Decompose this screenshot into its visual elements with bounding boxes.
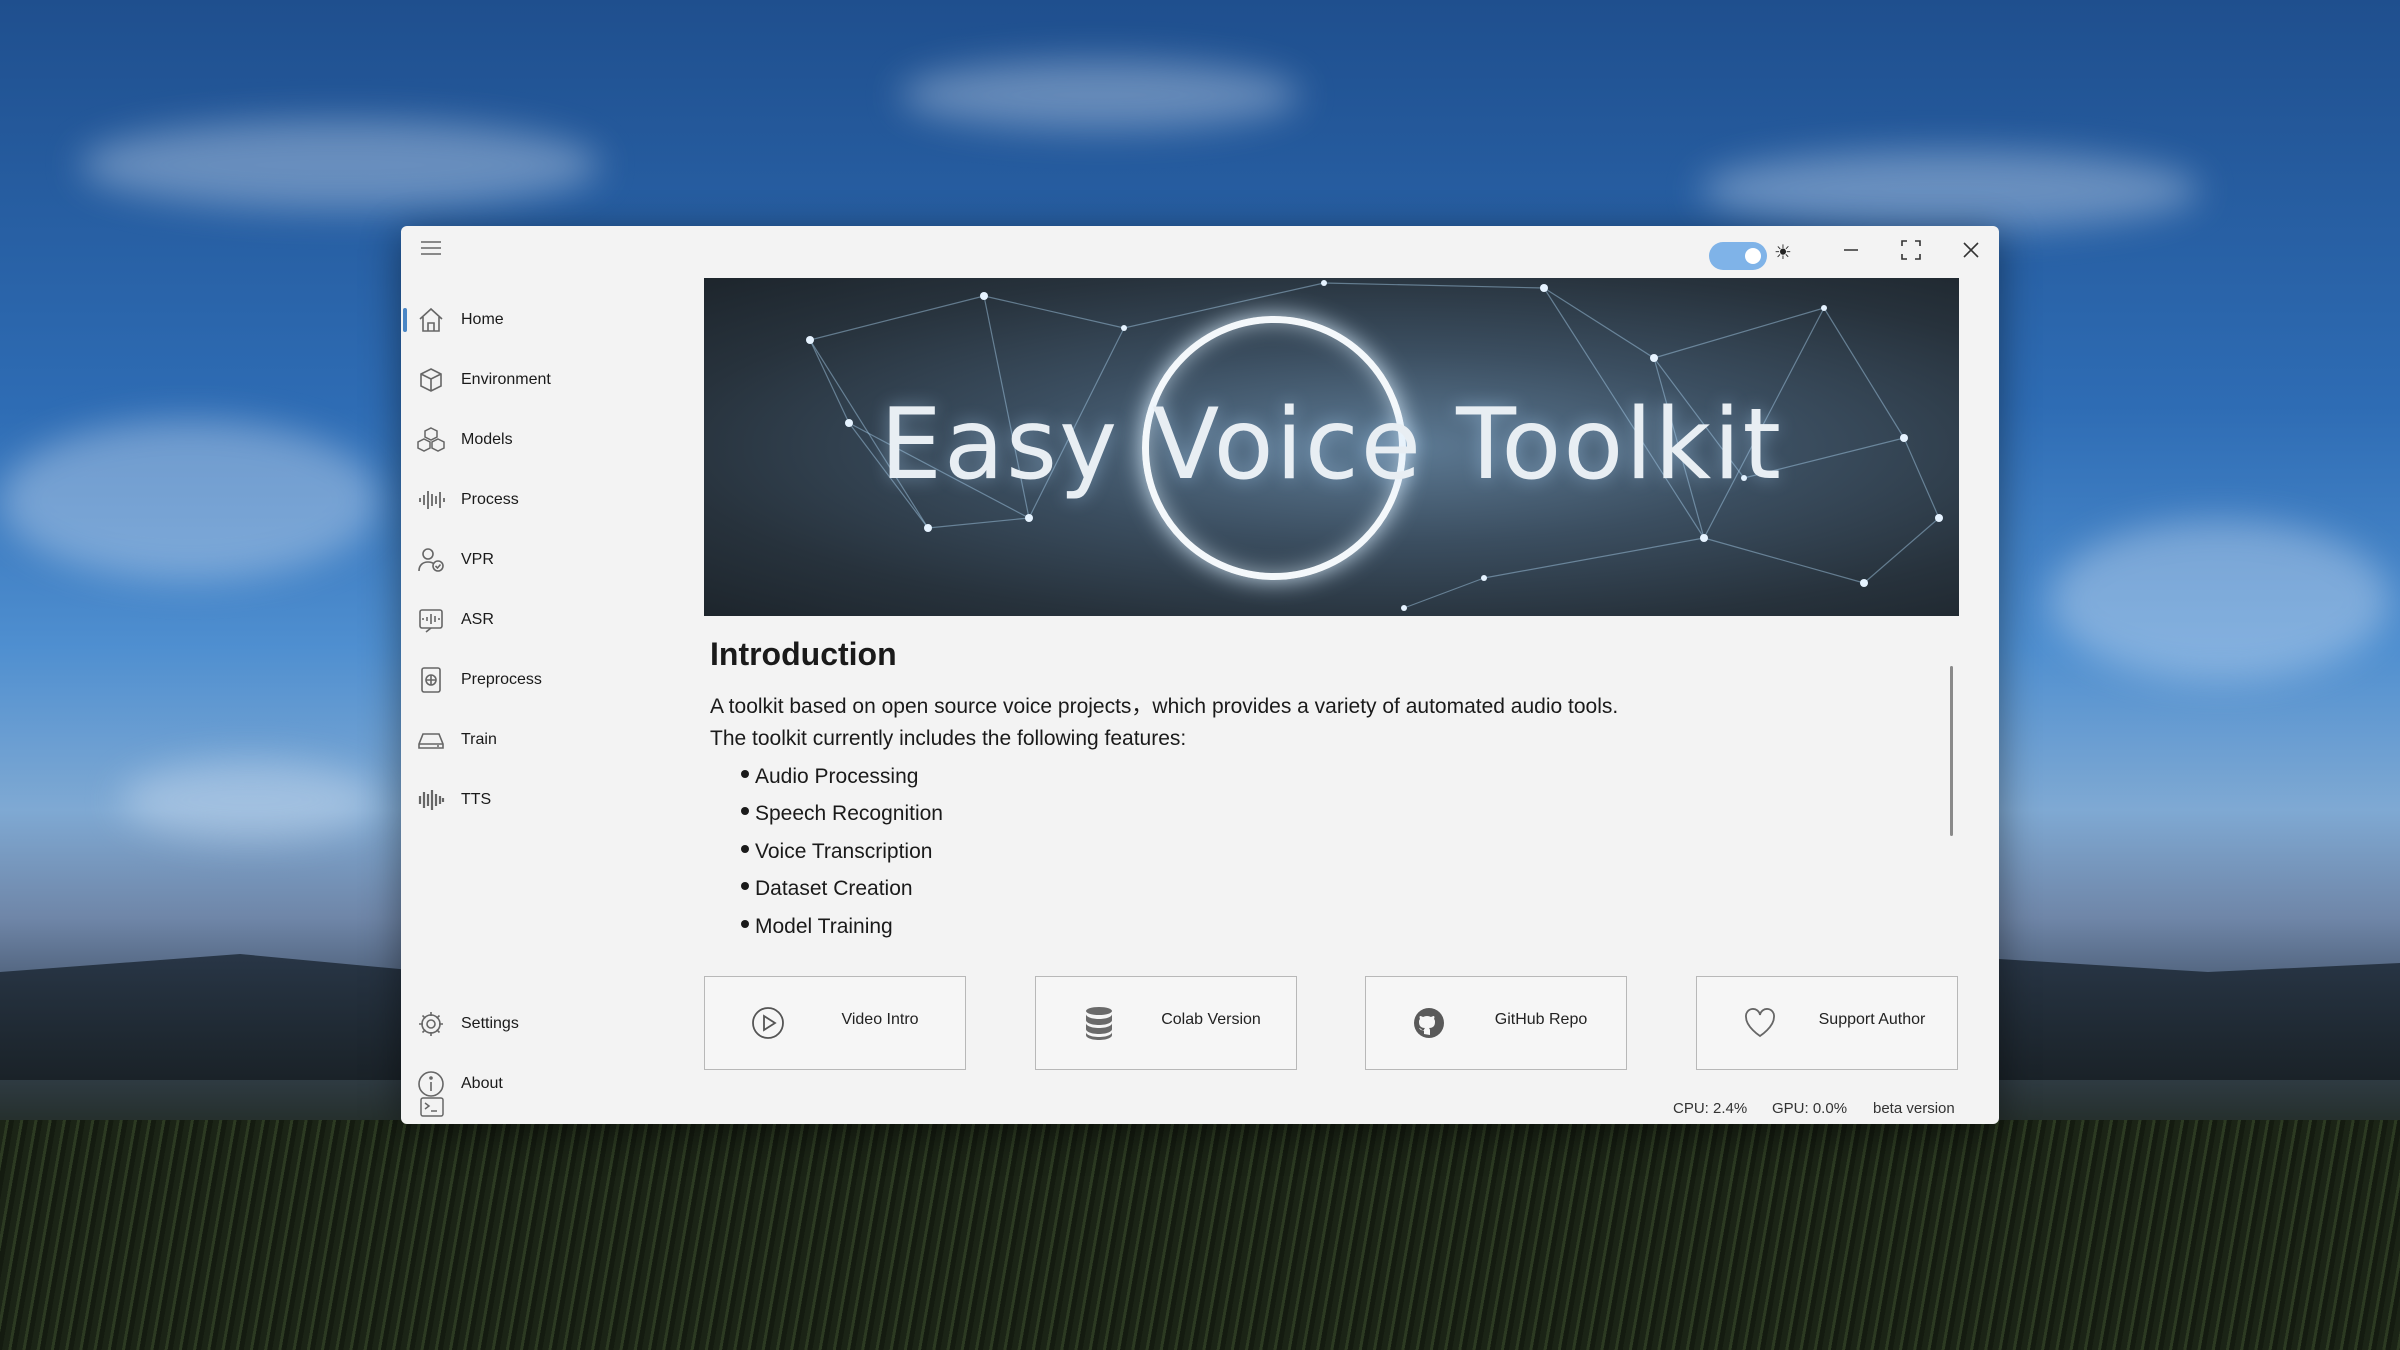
speech-icon (415, 604, 447, 636)
cpu-usage: CPU: 2.4% (1673, 1100, 1748, 1117)
gpu-usage: GPU: 0.0% (1772, 1100, 1848, 1117)
intro-features-heading: The toolkit currently includes the follo… (710, 727, 1187, 750)
card-label: Colab Version (1161, 1011, 1261, 1028)
sidebar-item-process[interactable]: Process (401, 474, 681, 526)
sidebar-item-label: Preprocess (461, 671, 542, 688)
intro-description: A toolkit based on open source voice pro… (710, 695, 1619, 718)
banner-title: Easy Voice Toolkit (880, 388, 1783, 502)
sidebar-item-tts[interactable]: TTS (401, 774, 681, 826)
version-label: beta version (1873, 1100, 1955, 1117)
sidebar-item-home[interactable]: Home (401, 294, 681, 346)
minimize-button[interactable] (1829, 234, 1873, 266)
title-bar: ☀ (401, 226, 1999, 270)
play-icon (749, 1004, 787, 1042)
box-icon (415, 364, 447, 396)
gear-icon (415, 1008, 447, 1040)
github-repo-button[interactable]: GitHub Repo (1365, 976, 1627, 1070)
theme-toggle[interactable] (1709, 242, 1767, 270)
sidebar-item-label: Train (461, 731, 497, 748)
sidebar-item-label: VPR (461, 551, 494, 568)
sidebar-item-label: About (461, 1075, 503, 1092)
sidebar-item-settings[interactable]: Settings (401, 998, 681, 1050)
sidebar-item-environment[interactable]: Environment (401, 354, 681, 406)
sidebar-item-vpr[interactable]: VPR (401, 534, 681, 586)
cubes-icon (415, 424, 447, 456)
feature-item: Speech Recognition (741, 802, 943, 826)
sun-icon: ☀ (1774, 240, 1792, 264)
close-button[interactable] (1949, 234, 1993, 266)
sidebar-item-asr[interactable]: ASR (401, 594, 681, 646)
sidebar-item-train[interactable]: Train (401, 714, 681, 766)
user-check-icon (415, 544, 447, 576)
hamburger-menu-icon[interactable] (415, 234, 447, 262)
sidebar-item-label: Settings (461, 1015, 519, 1032)
sidebar-item-models[interactable]: Models (401, 414, 681, 466)
colab-version-button[interactable]: Colab Version (1035, 976, 1297, 1070)
sidebar-item-label: TTS (461, 791, 492, 808)
github-icon (1410, 1004, 1448, 1042)
feature-item: Voice Transcription (741, 840, 932, 864)
support-author-button[interactable]: Support Author (1696, 976, 1958, 1070)
heart-icon (1741, 1004, 1779, 1042)
sidebar-item-label: Environment (461, 371, 551, 388)
intro-scrollbar[interactable] (1950, 666, 1953, 836)
card-label: Video Intro (841, 1011, 919, 1028)
feature-item: Dataset Creation (741, 877, 913, 901)
sidebar-item-label: Process (461, 491, 519, 508)
waveform-icon (415, 484, 447, 516)
maximize-button[interactable] (1889, 234, 1933, 266)
card-label: Support Author (1818, 1011, 1926, 1028)
sidebar-item-preprocess[interactable]: Preprocess (401, 654, 681, 706)
feature-item: Audio Processing (741, 765, 918, 789)
sidebar-item-label: ASR (461, 611, 494, 628)
sidebar: Home Environment Models Process VPR ASR … (401, 266, 691, 1124)
audio-bars-icon (415, 784, 447, 816)
drive-icon (415, 724, 447, 756)
card-label: GitHub Repo (1494, 1011, 1588, 1028)
banner-image: Easy Voice Toolkit (704, 278, 1959, 616)
sidebar-item-label: Home (461, 311, 504, 328)
database-icon (1080, 1004, 1118, 1042)
home-icon (415, 304, 447, 336)
document-icon (415, 664, 447, 696)
intro-title: Introduction (710, 636, 897, 672)
video-intro-button[interactable]: Video Intro (704, 976, 966, 1070)
app-window: ☀ Home Environment Models Process VPR AS… (401, 226, 1999, 1124)
terminal-icon[interactable] (417, 1094, 447, 1120)
sidebar-item-label: Models (461, 431, 513, 448)
feature-item: Model Training (741, 915, 893, 939)
